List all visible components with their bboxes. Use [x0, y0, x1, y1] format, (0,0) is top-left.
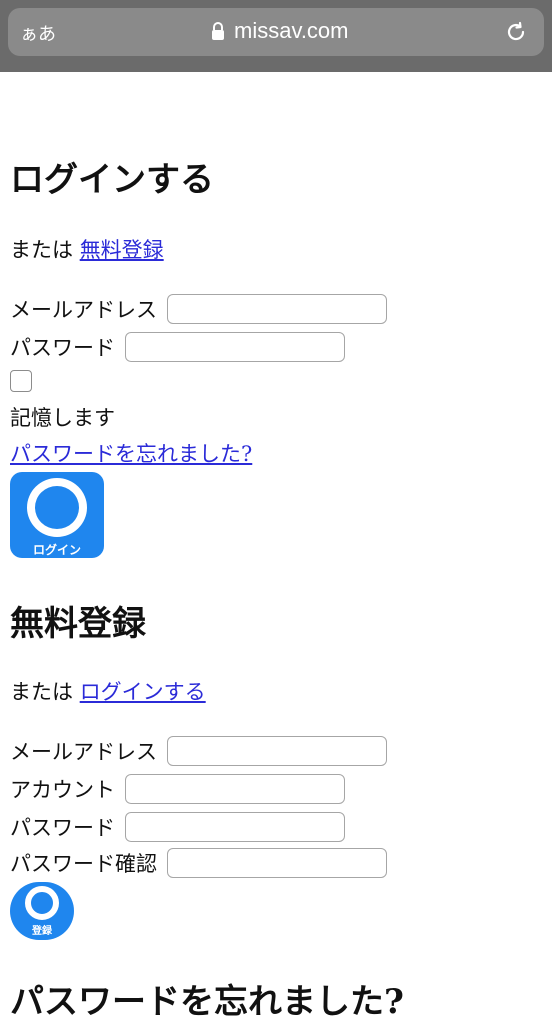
login-password-field[interactable]	[125, 332, 345, 362]
login-ring-icon	[27, 478, 87, 537]
login-button[interactable]: ログイン	[10, 472, 104, 558]
login-email-row: メールアドレス	[10, 294, 387, 324]
login-password-row: パスワード	[10, 332, 345, 362]
password-confirm-label: パスワード確認	[10, 852, 157, 876]
remember-label: 記憶します	[10, 406, 115, 430]
password-label: パスワード	[10, 336, 115, 360]
or-prefix: または	[10, 238, 73, 262]
or-prefix: または	[10, 680, 73, 704]
browser-chrome: ぁあ missav.com	[0, 0, 552, 72]
login-link[interactable]: ログインする	[80, 680, 206, 704]
register-password-row: パスワード	[10, 812, 345, 842]
address-bar[interactable]: ぁあ missav.com	[8, 8, 544, 56]
register-button[interactable]: 登録	[10, 882, 74, 940]
forgot-title: パスワードを忘れました?	[10, 982, 404, 1022]
reload-icon[interactable]	[504, 20, 528, 44]
login-title: ログインする	[10, 160, 214, 200]
remember-checkbox[interactable]	[10, 370, 32, 392]
forgot-password-link[interactable]: パスワードを忘れました?	[10, 442, 252, 466]
register-password-confirm-row: パスワード確認	[10, 848, 387, 878]
register-button-label: 登録	[32, 926, 52, 937]
register-password-confirm-field[interactable]	[167, 848, 387, 878]
register-title: 無料登録	[10, 604, 146, 644]
login-or-register-line: または 無料登録	[10, 234, 164, 264]
register-ring-icon	[25, 886, 59, 920]
forgot-password-line: パスワードを忘れました?	[10, 438, 252, 468]
register-account-field[interactable]	[125, 774, 345, 804]
register-or-login-line: または ログインする	[10, 676, 206, 706]
register-password-field[interactable]	[125, 812, 345, 842]
account-label: アカウント	[10, 778, 115, 802]
login-button-label: ログイン	[32, 543, 81, 557]
address-domain[interactable]: missav.com	[234, 18, 349, 44]
login-email-field[interactable]	[167, 294, 387, 324]
register-account-row: アカウント	[10, 774, 345, 804]
register-email-row: メールアドレス	[10, 736, 387, 766]
register-email-label: メールアドレス	[10, 740, 157, 764]
text-size-button[interactable]: ぁあ	[20, 20, 56, 46]
register-password-label: パスワード	[10, 816, 115, 840]
register-link[interactable]: 無料登録	[80, 238, 164, 262]
register-email-field[interactable]	[167, 736, 387, 766]
email-label: メールアドレス	[10, 298, 157, 322]
lock-icon	[212, 22, 224, 40]
